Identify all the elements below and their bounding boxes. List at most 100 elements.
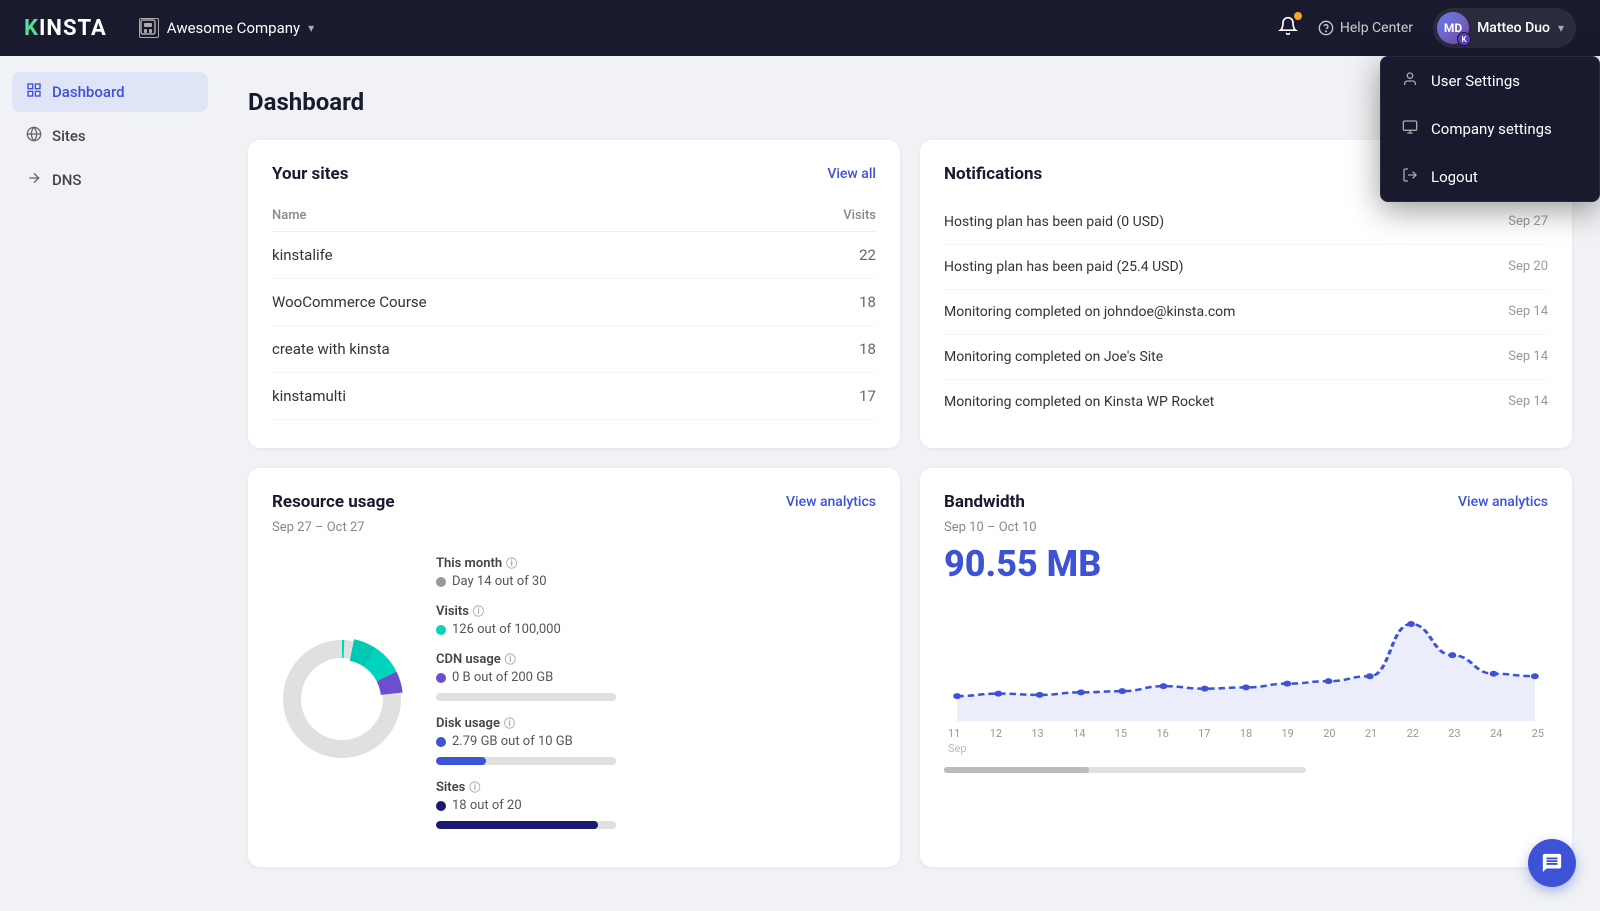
cdn-value: 0 B out of 200 GB xyxy=(452,670,553,685)
stat-sites: Sites ⓘ 18 out of 20 xyxy=(436,779,876,829)
user-dropdown-menu: User Settings Company settings Logout xyxy=(1380,56,1600,202)
dropdown-item-logout[interactable]: Logout xyxy=(1381,153,1599,201)
notification-badge xyxy=(1294,12,1302,20)
notifications-bell-button[interactable] xyxy=(1278,16,1298,41)
list-item: Hosting plan has been paid (25.4 USD)Sep… xyxy=(944,245,1548,290)
chart-x-label: 25 xyxy=(1532,727,1544,740)
resource-usage-card: Resource usage View analytics Sep 27 – O… xyxy=(248,468,900,867)
cdn-dot xyxy=(436,673,446,683)
disk-label: Disk usage xyxy=(436,716,500,731)
logout-label: Logout xyxy=(1431,168,1478,186)
site-name: create with kinsta xyxy=(272,326,770,373)
disk-info-icon[interactable]: ⓘ xyxy=(504,715,515,731)
chart-x-label: 22 xyxy=(1407,727,1419,740)
table-row: WooCommerce Course18 xyxy=(272,279,876,326)
notification-date: Sep 14 xyxy=(1508,394,1548,409)
visits-info-icon[interactable]: ⓘ xyxy=(473,603,484,619)
chart-x-label: 20 xyxy=(1323,727,1335,740)
sites-progress-bar xyxy=(436,821,876,829)
site-name: kinstamulti xyxy=(272,373,770,420)
user-name: Matteo Duo xyxy=(1477,20,1550,36)
sites-value: 18 out of 20 xyxy=(452,798,522,813)
dropdown-item-company-settings[interactable]: Company settings xyxy=(1381,105,1599,153)
dropdown-item-user-settings[interactable]: User Settings xyxy=(1381,57,1599,105)
company-name: Awesome Company xyxy=(167,19,300,37)
sidebar-item-dashboard[interactable]: Dashboard xyxy=(12,72,208,112)
your-sites-header: Your sites View all xyxy=(272,164,876,184)
bandwidth-card: Bandwidth View analytics Sep 10 – Oct 10… xyxy=(920,468,1572,867)
chart-x-label: 16 xyxy=(1156,727,1168,740)
bandwidth-value: 90.55 MB xyxy=(944,543,1548,585)
disk-progress-bar xyxy=(436,757,876,765)
dns-icon xyxy=(26,170,42,190)
chart-x-label: 11 xyxy=(948,727,960,740)
resource-usage-view-analytics-link[interactable]: View analytics xyxy=(786,494,876,510)
stat-visits: Visits ⓘ 126 out of 100,000 xyxy=(436,603,876,637)
chart-x-label: 24 xyxy=(1490,727,1502,740)
site-visits: 22 xyxy=(770,232,876,279)
user-menu-button[interactable]: MD K Matteo Duo ▾ xyxy=(1433,8,1576,48)
sites-col-name: Name xyxy=(272,200,770,232)
notifications-list: Hosting plan has been paid (0 USD)Sep 27… xyxy=(944,200,1548,424)
this-month-dot xyxy=(436,577,446,587)
bandwidth-view-analytics-link[interactable]: View analytics xyxy=(1458,494,1548,510)
notification-text: Monitoring completed on Joe's Site xyxy=(944,349,1492,365)
your-sites-card: Your sites View all Name Visits kinstali… xyxy=(248,140,900,448)
chart-x-label: 21 xyxy=(1365,727,1377,740)
user-chevron-icon: ▾ xyxy=(1558,21,1564,35)
chart-x-label: 18 xyxy=(1240,727,1252,740)
bottom-cards-row: Resource usage View analytics Sep 27 – O… xyxy=(248,468,1572,867)
resource-content: This month ⓘ Day 14 out of 30 Visits xyxy=(272,555,876,843)
sidebar-item-sites[interactable]: Sites xyxy=(12,116,208,156)
sidebar-dns-label: DNS xyxy=(52,171,82,189)
this-month-info-icon[interactable]: ⓘ xyxy=(506,555,517,571)
topnav-right: Help Center MD K Matteo Duo ▾ xyxy=(1278,8,1576,48)
company-settings-icon xyxy=(1401,119,1419,139)
page-title: Dashboard xyxy=(248,88,1572,116)
disk-dot xyxy=(436,737,446,747)
notification-text: Monitoring completed on Kinsta WP Rocket xyxy=(944,394,1492,410)
notification-text: Hosting plan has been paid (0 USD) xyxy=(944,214,1492,230)
chart-x-label: 15 xyxy=(1115,727,1127,740)
sites-dot xyxy=(436,801,446,811)
table-row: kinstalife22 xyxy=(272,232,876,279)
chart-x-labels: 111213141516171819202122232425 xyxy=(944,727,1548,740)
help-center-button[interactable]: Help Center xyxy=(1318,20,1413,36)
visits-label: Visits xyxy=(436,604,469,619)
sites-label: Sites xyxy=(436,780,465,795)
company-icon xyxy=(139,18,159,38)
company-selector[interactable]: Awesome Company ▾ xyxy=(139,18,314,38)
logo: KINSTA xyxy=(24,16,107,41)
list-item: Monitoring completed on Kinsta WP Rocket… xyxy=(944,380,1548,424)
chat-bubble-button[interactable] xyxy=(1528,839,1576,887)
topnav: KINSTA Awesome Company ▾ xyxy=(0,0,1600,56)
help-center-label: Help Center xyxy=(1340,20,1413,36)
bandwidth-scrollbar[interactable] xyxy=(944,767,1306,773)
stat-disk: Disk usage ⓘ 2.79 GB out of 10 GB xyxy=(436,715,876,765)
resource-stats: This month ⓘ Day 14 out of 30 Visits xyxy=(436,555,876,843)
your-sites-view-all-link[interactable]: View all xyxy=(827,166,876,182)
sidebar-item-dns[interactable]: DNS xyxy=(12,160,208,200)
logout-icon xyxy=(1401,167,1419,187)
notification-text: Hosting plan has been paid (25.4 USD) xyxy=(944,259,1492,275)
sites-info-icon[interactable]: ⓘ xyxy=(469,779,480,795)
sites-table: Name Visits kinstalife22WooCommerce Cour… xyxy=(272,200,876,420)
site-name: kinstalife xyxy=(272,232,770,279)
site-visits: 18 xyxy=(770,326,876,373)
user-settings-label: User Settings xyxy=(1431,72,1520,90)
your-sites-title: Your sites xyxy=(272,164,348,184)
bandwidth-date-range: Sep 10 – Oct 10 xyxy=(944,520,1548,535)
this-month-label: This month xyxy=(436,556,502,571)
chart-x-label: 19 xyxy=(1282,727,1294,740)
cdn-progress-bar xyxy=(436,693,876,701)
sidebar-sites-label: Sites xyxy=(52,127,86,145)
disk-value: 2.79 GB out of 10 GB xyxy=(452,734,573,749)
chart-x-label: 12 xyxy=(990,727,1002,740)
cdn-info-icon[interactable]: ⓘ xyxy=(505,651,516,667)
table-row: kinstamulti17 xyxy=(272,373,876,420)
visits-dot xyxy=(436,625,446,635)
notifications-title: Notifications xyxy=(944,164,1042,184)
top-cards-row: Your sites View all Name Visits kinstali… xyxy=(248,140,1572,448)
chart-x-label: 14 xyxy=(1073,727,1085,740)
stat-cdn: CDN usage ⓘ 0 B out of 200 GB xyxy=(436,651,876,701)
